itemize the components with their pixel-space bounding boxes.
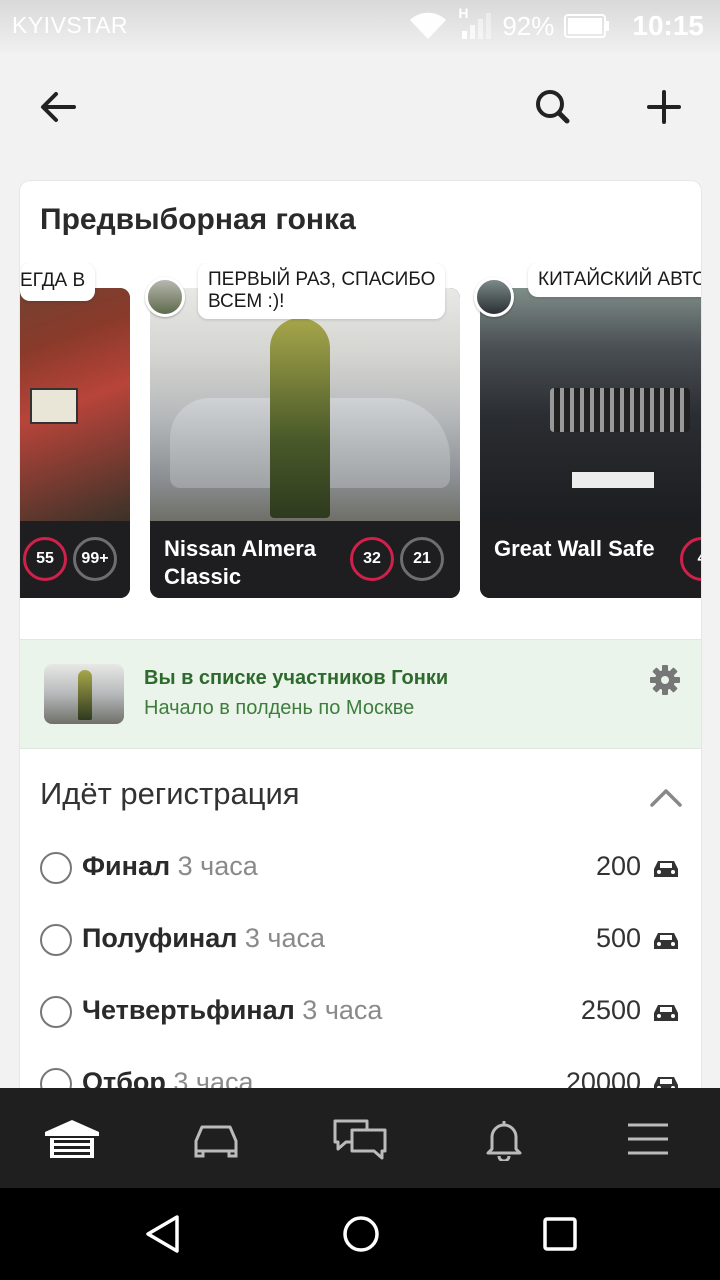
add-button[interactable] (639, 82, 689, 132)
notice-title: Вы в списке участников Гонки (144, 667, 449, 689)
circle-home-icon (343, 1216, 379, 1252)
nav-notifications[interactable] (474, 1116, 534, 1162)
comments-badge: 21 (400, 537, 444, 581)
battery-percent: 92% (502, 10, 555, 41)
license-plate (30, 388, 78, 424)
comment-bubble: КИТАЙСКИЙ АВТО (528, 263, 701, 297)
stage-duration: 3 часа (244, 923, 326, 953)
nav-messages[interactable] (330, 1116, 390, 1162)
car-name: Great Wall Safe (494, 536, 655, 561)
nav-cars[interactable] (186, 1116, 246, 1162)
stage-count: 200 (595, 851, 641, 881)
nav-garage[interactable] (42, 1116, 102, 1162)
car-name: Nissan Almera Classic (164, 536, 317, 589)
menu-icon (628, 1123, 668, 1155)
candidates-carousel[interactable]: 55 99+ ЕГДА В Nissan Almera Classic 32 2… (20, 263, 701, 603)
signal-icon: H (458, 5, 492, 41)
car-photo (150, 288, 460, 521)
radio-button[interactable] (40, 852, 72, 884)
likes-badge: 55 (23, 537, 67, 581)
car-grille (550, 388, 690, 432)
system-back-button[interactable] (138, 1210, 186, 1258)
car-photo (20, 288, 130, 521)
stage-name: Финал (82, 851, 171, 881)
car-icon (654, 1005, 678, 1021)
author-avatar[interactable] (145, 277, 185, 317)
arrow-left-icon (41, 92, 76, 122)
gear-icon[interactable] (649, 664, 681, 696)
system-recents-button[interactable] (536, 1210, 584, 1258)
search-icon (536, 90, 570, 124)
car-icon (654, 933, 678, 949)
radio-button[interactable] (40, 996, 72, 1028)
my-car-thumbnail (44, 664, 124, 724)
stage-name: Полуфинал (82, 923, 238, 953)
radio-button[interactable] (40, 924, 72, 956)
car-photo (480, 288, 701, 521)
car-icon (194, 1125, 238, 1158)
chat-icon (333, 1119, 387, 1160)
carrier-name: KYIVSTAR (12, 12, 129, 38)
author-avatar[interactable] (474, 277, 514, 317)
likes-badge: 4 (680, 537, 701, 581)
comment-bubble: ПЕРВЫЙ РАЗ, СПАСИБО ВСЕМ :)! (198, 263, 446, 319)
license-plate (570, 470, 656, 490)
notice-subtitle: Начало в полдень по Москве (144, 697, 415, 719)
bottom-navigation (0, 1088, 720, 1188)
stage-count: 2500 (580, 995, 641, 1025)
system-navigation (0, 1188, 720, 1280)
stage-count: 500 (595, 923, 641, 953)
triangle-back-icon (146, 1215, 179, 1253)
race-card: Предвыборная гонка 55 99+ ЕГДА В Nissan … (20, 181, 701, 1101)
bell-icon (486, 1121, 522, 1161)
stage-row-quarterfinal[interactable]: Четвертьфинал 3 часа 2500 (20, 989, 701, 1039)
garage-icon (45, 1120, 99, 1158)
nav-menu[interactable] (618, 1116, 678, 1162)
comment-bubble: ЕГДА В (20, 263, 96, 301)
chevron-up-icon[interactable] (649, 781, 683, 815)
comments-badge: 99+ (73, 537, 117, 581)
plus-icon (647, 90, 681, 124)
stage-name: Четвертьфинал (82, 995, 295, 1025)
participation-notice[interactable]: Вы в списке участников Гонки Начало в по… (20, 639, 701, 749)
page-title: Предвыборная гонка (40, 203, 356, 236)
likes-badge: 32 (350, 537, 394, 581)
stage-row-semifinal[interactable]: Полуфинал 3 часа 500 (20, 917, 701, 967)
stage-duration: 3 часа (302, 995, 383, 1025)
wifi-icon (410, 12, 447, 39)
car-icon (654, 861, 678, 877)
car-card-1[interactable]: 55 99+ (20, 288, 130, 598)
battery-icon (564, 14, 610, 38)
status-bar: KYIVSTAR H 92% 10:15 (0, 0, 720, 52)
car-card-2[interactable]: Nissan Almera Classic 32 21 (150, 288, 460, 598)
search-button[interactable] (528, 82, 578, 132)
top-bar (0, 52, 720, 162)
stage-duration: 3 часа (177, 851, 258, 881)
person-figure (270, 318, 330, 518)
square-recents-icon (543, 1217, 577, 1251)
clock: 10:15 (632, 10, 704, 41)
stage-row-final[interactable]: Финал 3 часа 200 (20, 845, 701, 895)
car-card-3[interactable]: Great Wall Safe 4 (480, 288, 701, 598)
back-button[interactable] (32, 82, 82, 132)
system-home-button[interactable] (337, 1210, 385, 1258)
registration-heading: Идёт регистрация (40, 776, 300, 811)
